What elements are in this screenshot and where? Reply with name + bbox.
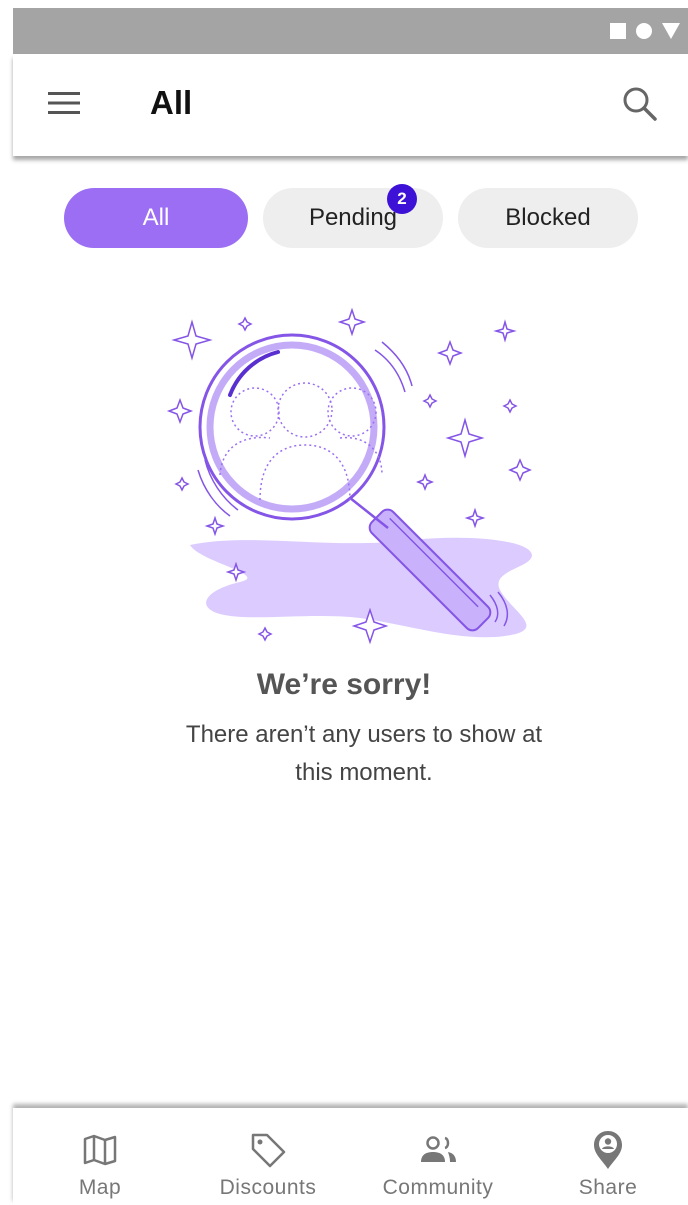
status-bar — [13, 8, 688, 54]
nav-label-share: Share — [578, 1176, 638, 1199]
map-icon — [80, 1130, 120, 1170]
tab-blocked-label: Blocked — [505, 204, 591, 231]
nav-item-discounts[interactable]: Discounts — [193, 1108, 343, 1205]
location-pin-icon — [588, 1130, 628, 1170]
pending-count-badge: 2 — [387, 184, 417, 214]
search-icon[interactable] — [620, 84, 660, 124]
empty-state-title: We’re sorry! — [256, 668, 432, 701]
bottom-navigation: Map Discounts Community Share — [13, 1108, 688, 1205]
tab-all-label: All — [142, 204, 170, 231]
app-bar: All — [13, 54, 688, 156]
square-icon — [610, 23, 626, 39]
tag-icon — [248, 1130, 288, 1170]
tab-pending[interactable]: Pending 2 — [263, 184, 443, 248]
nav-label-community: Community — [382, 1176, 494, 1199]
tab-pending-label: Pending — [308, 204, 398, 231]
empty-state-illustration — [160, 300, 550, 650]
triangle-icon — [662, 23, 680, 39]
circle-icon — [636, 23, 652, 39]
nav-label-map: Map — [78, 1176, 122, 1199]
tab-all[interactable]: All — [64, 188, 248, 248]
nav-item-share[interactable]: Share — [533, 1108, 683, 1205]
nav-label-discounts: Discounts — [219, 1176, 317, 1199]
empty-state-message: There aren’t any users to show at this m… — [185, 721, 543, 786]
tab-blocked[interactable]: Blocked — [458, 188, 638, 248]
filter-tabs: All Pending 2 Blocked — [0, 184, 688, 248]
hamburger-menu-icon[interactable] — [46, 90, 86, 120]
page-title: All — [150, 84, 193, 121]
nav-item-map[interactable]: Map — [25, 1108, 175, 1205]
nav-item-community[interactable]: Community — [363, 1108, 513, 1205]
people-icon — [418, 1130, 458, 1170]
